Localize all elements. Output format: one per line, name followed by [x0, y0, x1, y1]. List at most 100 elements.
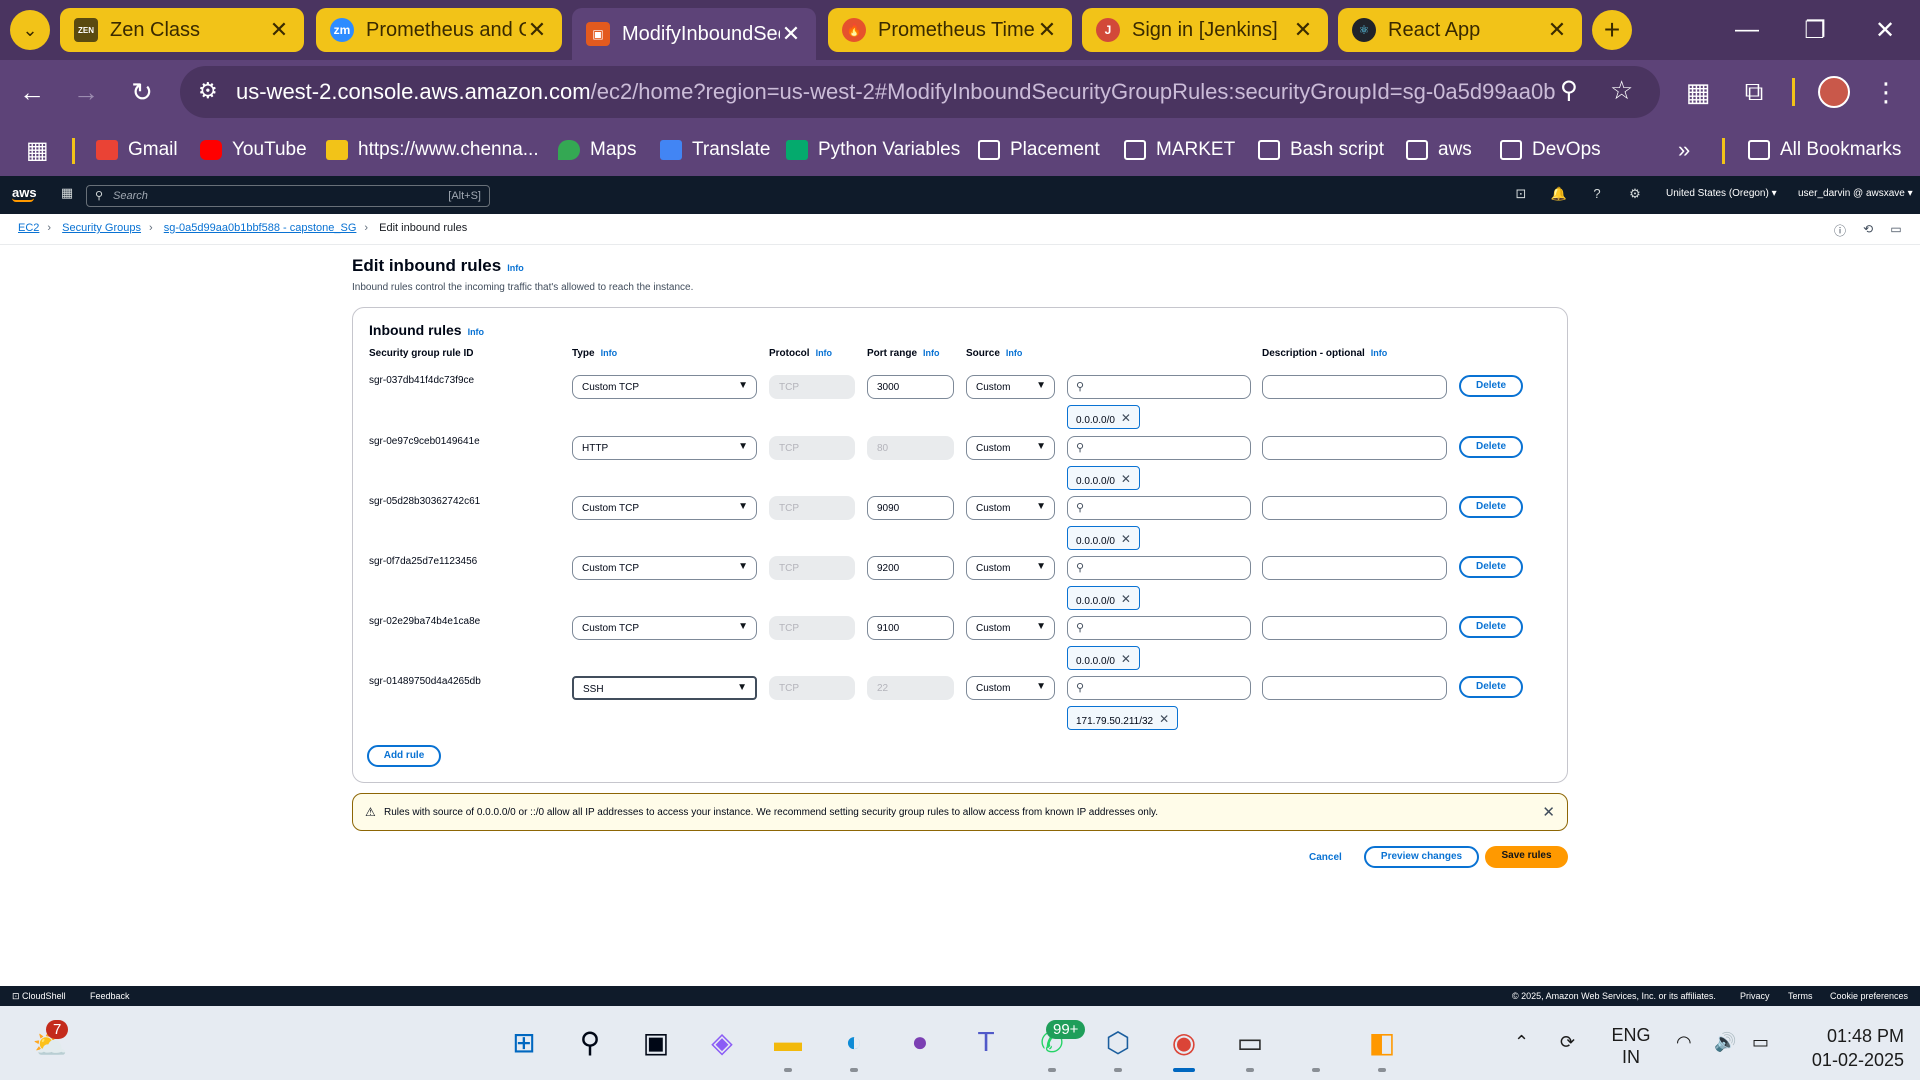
- sublime-text-icon[interactable]: ◧: [1360, 1020, 1404, 1064]
- description-input[interactable]: [1262, 556, 1447, 580]
- type-select[interactable]: SSH ▼: [572, 676, 757, 700]
- remove-token-icon[interactable]: ✕: [1121, 411, 1131, 425]
- remove-token-icon[interactable]: ✕: [1121, 532, 1131, 546]
- aws-logo[interactable]: aws: [12, 185, 37, 202]
- close-icon[interactable]: ✕: [780, 21, 802, 47]
- file-explorer-icon[interactable]: ▬: [766, 1020, 810, 1064]
- terminal-icon[interactable]: ▭: [1228, 1020, 1272, 1064]
- bookmark-folder-placement[interactable]: Placement: [978, 136, 1100, 164]
- cancel-button[interactable]: Cancel: [1309, 852, 1342, 863]
- tab-jenkins[interactable]: J Sign in [Jenkins] ✕: [1082, 8, 1328, 52]
- copilot-icon[interactable]: ◈: [700, 1020, 744, 1064]
- volume-icon[interactable]: 🔊: [1714, 1032, 1736, 1053]
- description-input[interactable]: [1262, 676, 1447, 700]
- description-info-link[interactable]: Info: [1371, 348, 1388, 358]
- source-select[interactable]: Custom ▼: [966, 556, 1055, 580]
- page-info-link[interactable]: Info: [507, 263, 524, 273]
- site-info-icon[interactable]: ⚙: [198, 78, 218, 104]
- cookie-preferences-link[interactable]: Cookie preferences: [1830, 991, 1908, 1001]
- delete-rule-button[interactable]: Delete: [1459, 616, 1523, 638]
- bookmark-python-variables[interactable]: Python Variables: [786, 136, 960, 164]
- breadcrumb-ec2[interactable]: EC2: [18, 222, 39, 234]
- close-icon[interactable]: ✕: [1546, 17, 1568, 43]
- source-select[interactable]: Custom ▼: [966, 676, 1055, 700]
- qr-code-icon[interactable]: ▦: [1680, 74, 1716, 110]
- account-menu[interactable]: user_darvin @ awsxave ▾: [1798, 188, 1913, 199]
- region-selector[interactable]: United States (Oregon) ▾: [1666, 188, 1777, 199]
- restore-icon[interactable]: ❐: [1790, 10, 1840, 50]
- services-grid-icon[interactable]: ▦: [58, 185, 76, 203]
- back-icon[interactable]: ←: [14, 74, 50, 110]
- source-select[interactable]: Custom ▼: [966, 496, 1055, 520]
- edge-browser-icon[interactable]: ◐: [832, 1020, 876, 1064]
- bookmark-folder-aws[interactable]: aws: [1406, 136, 1472, 164]
- taskbar-search-icon[interactable]: ⚲: [568, 1020, 612, 1064]
- port-range-input[interactable]: 9200: [867, 556, 954, 580]
- clock[interactable]: 01:48 PM 01-02-2025: [1794, 1024, 1904, 1072]
- cloudshell-link[interactable]: ⊡ CloudShell: [12, 991, 66, 1002]
- window-close-icon[interactable]: ✕: [1860, 10, 1910, 50]
- sync-icon[interactable]: ⟳: [1560, 1032, 1575, 1053]
- add-rule-button[interactable]: Add rule: [367, 745, 441, 767]
- aws-search-input[interactable]: ⚲ Search [Alt+S]: [86, 185, 490, 207]
- bookmark-folder-bash-script[interactable]: Bash script: [1258, 136, 1384, 164]
- close-icon[interactable]: ✕: [268, 17, 290, 43]
- cidr-search-input[interactable]: ⚲: [1067, 616, 1251, 640]
- new-tab-button[interactable]: +: [1592, 10, 1632, 50]
- minimize-icon[interactable]: —: [1722, 10, 1772, 50]
- privacy-link[interactable]: Privacy: [1740, 991, 1770, 1001]
- description-input[interactable]: [1262, 436, 1447, 460]
- delete-rule-button[interactable]: Delete: [1459, 676, 1523, 698]
- bookmark-chennai-site[interactable]: https://www.chenna...: [326, 136, 539, 164]
- delete-rule-button[interactable]: Delete: [1459, 375, 1523, 397]
- notifications-bell-icon[interactable]: 🔔: [1550, 186, 1568, 204]
- bookmark-maps[interactable]: Maps: [558, 136, 636, 164]
- bookmark-youtube[interactable]: YouTube: [200, 136, 307, 164]
- github-desktop-icon[interactable]: ●: [898, 1020, 942, 1064]
- delete-rule-button[interactable]: Delete: [1459, 496, 1523, 518]
- address-bar[interactable]: ⚙ us-west-2.console.aws.amazon.com/ec2/h…: [180, 66, 1660, 118]
- breadcrumb-security-groups[interactable]: Security Groups: [62, 222, 141, 234]
- cloudshell-icon[interactable]: ⊡: [1512, 186, 1530, 204]
- language-indicator[interactable]: ENG IN: [1606, 1024, 1656, 1068]
- panel-info-link[interactable]: Info: [468, 327, 485, 337]
- protocol-info-link[interactable]: Info: [816, 348, 833, 358]
- show-hidden-icons-chevron[interactable]: ⌃: [1514, 1032, 1529, 1053]
- cidr-search-input[interactable]: ⚲: [1067, 436, 1251, 460]
- bookmark-folder-market[interactable]: MARKET: [1124, 136, 1235, 164]
- cidr-search-input[interactable]: ⚲: [1067, 556, 1251, 580]
- battery-icon[interactable]: ▭: [1752, 1032, 1769, 1053]
- feedback-link[interactable]: Feedback: [90, 991, 130, 1001]
- tab-prometheus-grafana[interactable]: zm Prometheus and G ✕: [316, 8, 562, 52]
- description-input[interactable]: [1262, 496, 1447, 520]
- profile-avatar[interactable]: [1816, 74, 1852, 110]
- close-icon[interactable]: ✕: [526, 17, 548, 43]
- forward-icon[interactable]: →: [68, 74, 104, 110]
- browser-menu-icon[interactable]: ⋮: [1868, 74, 1904, 110]
- source-select[interactable]: Custom ▼: [966, 436, 1055, 460]
- cidr-search-input[interactable]: ⚲: [1067, 496, 1251, 520]
- url-text[interactable]: us-west-2.console.aws.amazon.com/ec2/hom…: [236, 79, 1556, 105]
- chrome-icon[interactable]: ◉: [1162, 1020, 1206, 1064]
- more-bookmarks-icon[interactable]: »: [1678, 136, 1690, 164]
- feedback-icon[interactable]: ▭: [1888, 222, 1904, 238]
- bookmark-gmail[interactable]: Gmail: [96, 136, 178, 164]
- type-info-link[interactable]: Info: [601, 348, 618, 358]
- close-icon[interactable]: ✕: [1036, 17, 1058, 43]
- description-input[interactable]: [1262, 375, 1447, 399]
- remove-token-icon[interactable]: ✕: [1121, 592, 1131, 606]
- help-icon[interactable]: ?: [1588, 186, 1606, 204]
- history-icon[interactable]: ⟲: [1860, 222, 1876, 238]
- save-rules-button[interactable]: Save rules: [1485, 846, 1568, 868]
- tab-modify-inbound[interactable]: ▣ ModifyInboundSec ✕: [572, 8, 816, 60]
- port-range-input[interactable]: 3000: [867, 375, 954, 399]
- tab-search-button[interactable]: ⌄: [10, 10, 50, 50]
- remove-token-icon[interactable]: ✕: [1121, 652, 1131, 666]
- start-windows-icon[interactable]: ⊞: [502, 1020, 546, 1064]
- preview-changes-button[interactable]: Preview changes: [1364, 846, 1479, 868]
- tab-react-app[interactable]: ⚛ React App ✕: [1338, 8, 1582, 52]
- remove-token-icon[interactable]: ✕: [1159, 712, 1169, 726]
- type-select[interactable]: Custom TCP ▼: [572, 375, 757, 399]
- type-select[interactable]: Custom TCP ▼: [572, 556, 757, 580]
- source-select[interactable]: Custom ▼: [966, 616, 1055, 640]
